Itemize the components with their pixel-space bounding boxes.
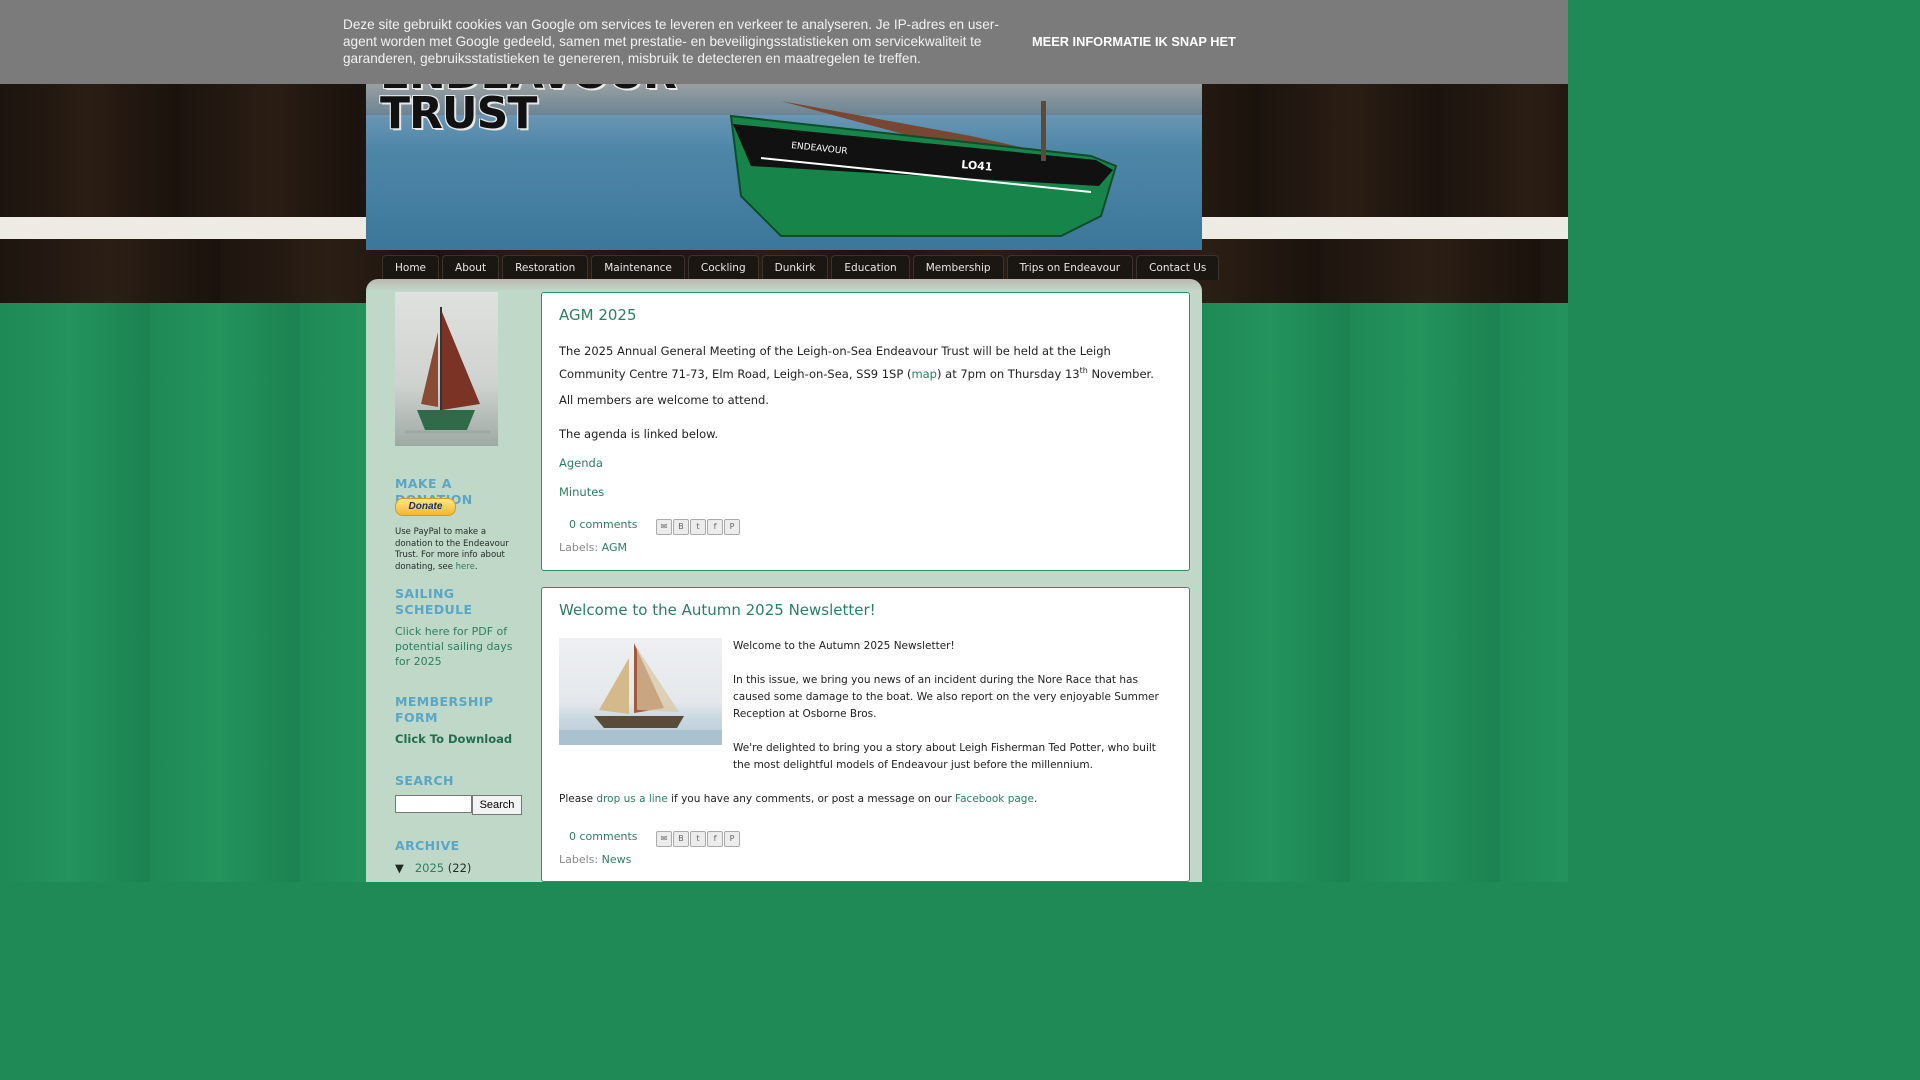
minutes-link[interactable]: Minutes — [559, 485, 604, 499]
donation-info-text: Use PayPal to make a donation to the End… — [395, 527, 509, 572]
facebook-icon[interactable]: f — [707, 519, 723, 535]
sailing-schedule-heading: SAILING SCHEDULE — [395, 586, 473, 617]
post-text: if you have any comments, or post a mess… — [667, 793, 956, 805]
membership-download-link[interactable]: Click To Download — [395, 732, 512, 746]
more-info-button[interactable]: MEER INFORMATIE — [1032, 34, 1151, 49]
drop-us-a-line-link[interactable]: drop us a line — [596, 793, 667, 805]
post-text: Please — [559, 793, 597, 805]
tab-home[interactable]: Home — [382, 255, 440, 280]
tab-trips[interactable]: Trips on Endeavour — [1006, 255, 1134, 280]
post-agm: AGM 2025 The 2025 Annual General Meeting… — [541, 292, 1190, 571]
twitter-icon[interactable]: t — [690, 519, 706, 535]
archive-count: (22) — [447, 861, 472, 875]
archive-toggle-icon[interactable]: ▼ — [395, 861, 404, 875]
post-labels: Labels: News — [559, 853, 631, 866]
donation-here-link[interactable]: here — [456, 562, 475, 572]
post-text: November. — [1087, 366, 1154, 381]
membership-form-heading: MEMBERSHIP FORM — [395, 694, 494, 725]
archive-heading: ARCHIVE — [395, 838, 460, 853]
labels-prefix: Labels: — [559, 853, 599, 866]
donation-info: Use PayPal to make a donation to the End… — [395, 527, 523, 573]
twitter-icon[interactable]: t — [690, 831, 706, 847]
archive-item-2025: ▼ 2025 (22) — [395, 861, 523, 876]
tab-cockling[interactable]: Cockling — [687, 255, 759, 280]
newsletter-intro: Welcome to the Autumn 2025 Newsletter! — [733, 640, 955, 652]
blogthis-icon[interactable]: B — [673, 831, 689, 847]
post-text: . — [1033, 793, 1038, 805]
tab-restoration[interactable]: Restoration — [502, 255, 589, 280]
labels-prefix: Labels: — [559, 541, 599, 554]
post-superscript: th — [1079, 366, 1088, 375]
pinterest-icon[interactable]: P — [724, 519, 740, 535]
post-paragraph: All members are welcome to attend. — [559, 393, 769, 407]
search-button[interactable]: Search — [472, 795, 522, 815]
post-newsletter: Welcome to the Autumn 2025 Newsletter! W… — [541, 587, 1190, 882]
cookie-banner: Deze site gebruikt cookies van Google om… — [0, 0, 1568, 84]
tab-dunkirk[interactable]: Dunkirk — [761, 255, 829, 280]
panel-top-edge — [366, 279, 1202, 291]
tab-about[interactable]: About — [442, 255, 500, 280]
email-icon[interactable]: ✉ — [656, 519, 672, 535]
paypal-donate-button[interactable]: Donate — [395, 498, 456, 516]
tab-membership[interactable]: Membership — [912, 255, 1004, 280]
post-title[interactable]: AGM 2025 — [559, 306, 637, 324]
archive-year-link[interactable]: 2025 — [415, 861, 444, 875]
newsletter-painting — [559, 638, 722, 745]
sailboat-image — [405, 307, 490, 434]
newsletter-contact: Please drop us a line if you have any co… — [559, 791, 1179, 808]
comments-link[interactable]: 0 comments — [569, 830, 638, 843]
site-title-line2: TRUST — [380, 88, 537, 139]
share-buttons: ✉ B t f P — [656, 519, 741, 535]
share-buttons: ✉ B t f P — [656, 831, 741, 847]
comments-link[interactable]: 0 comments — [569, 518, 638, 531]
tab-education[interactable]: Education — [831, 255, 910, 280]
pinterest-icon[interactable]: P — [724, 831, 740, 847]
accept-cookies-button[interactable]: IK SNAP HET — [1155, 34, 1236, 49]
email-icon[interactable]: ✉ — [656, 831, 672, 847]
sidebar-sailing-photo — [395, 292, 498, 446]
label-agm-link[interactable]: AGM — [602, 541, 627, 554]
tab-contact[interactable]: Contact Us — [1136, 255, 1220, 280]
post-labels: Labels: AGM — [559, 541, 627, 554]
search-heading: SEARCH — [395, 773, 454, 788]
post-text: ) at 7pm on Thursday 13 — [937, 366, 1080, 381]
facebook-icon[interactable]: f — [707, 831, 723, 847]
sailboat-painting-image — [559, 643, 722, 745]
tab-maintenance[interactable]: Maintenance — [591, 255, 685, 280]
agenda-link[interactable]: Agenda — [559, 456, 603, 470]
map-link[interactable]: map — [911, 367, 937, 381]
cookie-notice-text: Deze site gebruikt cookies van Google om… — [343, 17, 999, 66]
sailing-schedule-link[interactable]: Click here for PDF of potential sailing … — [395, 625, 512, 668]
post-paragraph: The agenda is linked below. — [559, 427, 719, 441]
post-title[interactable]: Welcome to the Autumn 2025 Newsletter! — [559, 601, 876, 619]
label-news-link[interactable]: News — [602, 853, 632, 866]
donation-info-end: . — [474, 561, 478, 572]
newsletter-paragraph: We're delighted to bring you a story abo… — [733, 742, 1156, 771]
post-paragraph: The 2025 Annual General Meeting of the L… — [559, 341, 1179, 384]
blogthis-icon[interactable]: B — [673, 519, 689, 535]
facebook-page-link[interactable]: Facebook page — [955, 793, 1034, 805]
newsletter-paragraph: In this issue, we bring you news of an i… — [733, 674, 1159, 720]
search-input[interactable] — [395, 795, 472, 813]
boat-registration-text: LO41 — [961, 158, 993, 174]
main-nav: Home About Restoration Maintenance Cockl… — [382, 255, 1222, 280]
boat-illustration: ENDEAVOUR LO41 — [729, 101, 1118, 237]
